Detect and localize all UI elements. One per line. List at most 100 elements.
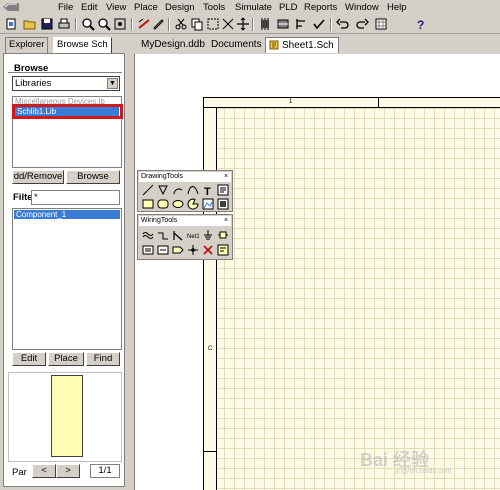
schematic-sheet[interactable]: 1 C (203, 97, 500, 490)
bus-entry-tool-icon[interactable] (172, 229, 184, 241)
pcb-layout-tool-icon[interactable] (217, 244, 229, 256)
place-button[interactable]: Place (48, 352, 84, 366)
deselect-icon[interactable] (221, 17, 235, 31)
drawing-tools-title-text: DrawingTools (141, 173, 184, 180)
power-port-tool-icon[interactable] (202, 229, 214, 241)
browse-panel-body: Browse Libraries ▼ Miscellaneous Devices… (3, 53, 125, 487)
menu-pld[interactable]: PLD (279, 2, 297, 13)
browse-type-value: Libraries (15, 78, 52, 89)
svg-text:?: ? (417, 18, 424, 31)
ellipse-tool-icon[interactable] (172, 198, 184, 210)
component-list[interactable]: Component_1 (12, 208, 122, 350)
net-label-tool-icon[interactable]: Net1 (187, 229, 199, 241)
part-tool-icon[interactable] (217, 229, 229, 241)
zoom-out-icon[interactable] (97, 17, 111, 31)
move-icon[interactable] (236, 17, 250, 31)
close-icon[interactable]: × (222, 217, 230, 225)
no-erc-tool-icon[interactable] (202, 244, 214, 256)
chip-icon[interactable] (258, 17, 272, 31)
tab-documents[interactable]: Documents (207, 37, 267, 53)
tab-explorer[interactable]: Explorer (5, 37, 49, 53)
library-list[interactable]: Miscellaneous Devices.lb Schlib1.Lib (12, 96, 123, 168)
array-tool-icon[interactable] (217, 198, 229, 210)
menu-place[interactable]: Place (134, 2, 158, 13)
page-icon[interactable] (4, 17, 18, 31)
close-icon[interactable]: × (222, 173, 230, 181)
next-part-button[interactable]: > (56, 464, 80, 478)
text-frame-tool-icon[interactable] (217, 184, 229, 196)
arc-tool-icon[interactable] (172, 184, 184, 196)
menu-edit[interactable]: Edit (81, 2, 97, 13)
component-body-shape (51, 375, 83, 457)
menu-design[interactable]: Design (165, 2, 195, 13)
tab-browse-sch[interactable]: Browse Sch (53, 37, 112, 53)
cut-icon[interactable] (174, 17, 188, 31)
redo-icon[interactable] (355, 17, 369, 31)
design-manager-panel: Explorer Browse Sch Browse Libraries ▼ M… (0, 34, 128, 490)
filter-input[interactable]: * (31, 190, 120, 205)
chevron-right-icon: > (65, 465, 71, 476)
part-label: Par (12, 467, 27, 478)
find-button[interactable]: Find (86, 352, 120, 366)
prev-part-button[interactable]: < (32, 464, 56, 478)
rounded-rectangle-tool-icon[interactable] (157, 198, 169, 210)
port-tool-icon[interactable] (172, 244, 184, 256)
polygon-tool-icon[interactable] (157, 184, 169, 196)
browse-button[interactable]: Browse (66, 170, 120, 184)
edit-button[interactable]: Edit (12, 352, 46, 366)
app-logo-icon[interactable] (2, 2, 20, 12)
zone-label-top: 1 (289, 99, 293, 105)
zoom-in-icon[interactable] (81, 17, 95, 31)
sheet-entry-tool-icon[interactable] (157, 244, 169, 256)
bus-tool-icon[interactable] (157, 229, 169, 241)
component-preview (8, 372, 122, 462)
tab-sheet1-sch[interactable]: Sheet1.Sch (265, 37, 339, 53)
menu-window[interactable]: Window (345, 2, 379, 13)
align-icon[interactable] (294, 17, 308, 31)
bezier-tool-icon[interactable] (187, 184, 199, 196)
chevron-left-icon: < (41, 465, 47, 476)
check-icon[interactable] (312, 17, 326, 31)
copy-icon[interactable] (190, 17, 204, 31)
grid-icon[interactable] (374, 17, 388, 31)
select-icon[interactable] (206, 17, 220, 31)
menu-simulate[interactable]: Simulate (235, 2, 272, 13)
sheet-symbol-tool-icon[interactable] (142, 244, 154, 256)
undo-icon[interactable] (336, 17, 350, 31)
help-icon[interactable]: ? (414, 17, 428, 31)
junction-tool-icon[interactable] (187, 244, 199, 256)
open-folder-icon[interactable] (23, 17, 37, 31)
library-icon[interactable] (276, 17, 290, 31)
graphic-tool-icon[interactable] (202, 198, 214, 210)
rectangle-tool-icon[interactable] (142, 198, 154, 210)
svg-text:Net1: Net1 (187, 234, 199, 240)
wiring-tools-title[interactable]: WiringTools × (139, 216, 231, 226)
drawing-tools-palette[interactable]: DrawingTools × T (137, 170, 233, 212)
component-item[interactable]: Component_1 (14, 210, 120, 219)
menu-help[interactable]: Help (387, 2, 407, 13)
add-remove-button[interactable]: dd/Remove (12, 170, 64, 184)
schematic-icon (269, 40, 279, 50)
menu-tools[interactable]: Tools (203, 2, 225, 13)
print-icon[interactable] (57, 17, 71, 31)
text-tool-icon[interactable]: T (202, 184, 214, 196)
menu-file[interactable]: File (58, 2, 73, 13)
pencil-icon[interactable] (151, 17, 165, 31)
browse-type-select[interactable]: Libraries ▼ (12, 76, 120, 91)
menu-reports[interactable]: Reports (304, 2, 337, 13)
library-item-schlib1[interactable]: Schlib1.Lib (15, 107, 119, 116)
filter-label: Filte (13, 192, 33, 203)
pie-tool-icon[interactable] (187, 198, 199, 210)
tab-sheet1-label: Sheet1.Sch (282, 40, 334, 51)
filter-value: * (34, 192, 38, 203)
chevron-down-icon[interactable]: ▼ (107, 78, 118, 89)
tab-mydesign-ddb[interactable]: MyDesign.ddb (137, 37, 210, 53)
wiring-tools-palette[interactable]: WiringTools × Net1 (137, 214, 233, 260)
zoom-fit-icon[interactable] (113, 17, 127, 31)
hierarchy-icon[interactable] (137, 17, 151, 31)
drawing-tools-title[interactable]: DrawingTools × (139, 172, 231, 182)
line-tool-icon[interactable] (142, 184, 154, 196)
menu-view[interactable]: View (106, 2, 126, 13)
wire-tool-icon[interactable] (142, 229, 154, 241)
save-icon[interactable] (40, 17, 54, 31)
